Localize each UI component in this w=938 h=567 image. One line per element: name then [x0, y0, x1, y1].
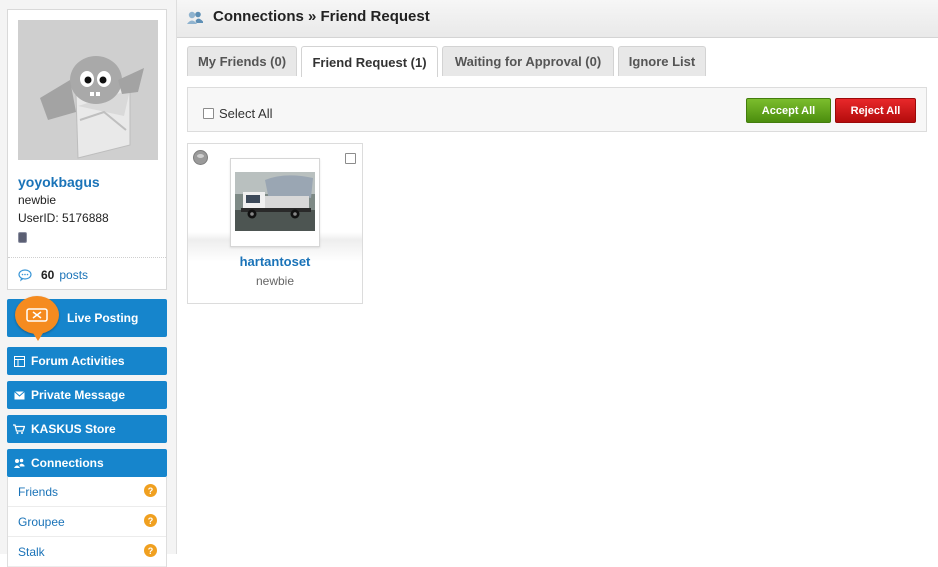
submenu-item-label: Groupee [18, 514, 65, 529]
posts-count: 60 [41, 268, 55, 282]
submenu-item-label: Stalk [18, 544, 45, 559]
reputation-icon [18, 232, 27, 243]
live-posting-button[interactable]: Live Posting [7, 296, 167, 341]
profile-username[interactable]: yoyokbagus [18, 174, 100, 190]
nav-connections[interactable]: Connections [7, 449, 167, 477]
submenu-item-label: Friends [18, 484, 59, 499]
live-posting-label: Live Posting [67, 311, 139, 325]
profile-card: yoyokbagus newbie UserID: 5176888 60 pos… [7, 9, 167, 290]
select-all-checkbox[interactable] [203, 108, 214, 119]
nav-kaskus-store[interactable]: KASKUS Store [7, 415, 167, 443]
submenu-item-groupee[interactable]: Groupee ? [8, 507, 166, 537]
nav-forum-activities[interactable]: Forum Activities [7, 347, 167, 375]
posts-label[interactable]: posts [59, 268, 88, 282]
select-all-label: Select All [219, 106, 273, 121]
nav-forum-activities-label: Forum Activities [31, 354, 125, 368]
friend-rank: newbie [255, 274, 295, 288]
nav-kaskus-store-label: KASKUS Store [31, 422, 116, 436]
profile-rank: newbie [18, 193, 57, 207]
tab-label: Ignore List [628, 54, 696, 69]
nav-connections-label: Connections [31, 456, 104, 470]
friend-avatar[interactable] [230, 158, 320, 247]
online-status-icon [193, 150, 208, 165]
tab-ignore-list[interactable]: Ignore List [618, 46, 706, 76]
help-icon[interactable]: ? [144, 544, 157, 557]
tab-friend-request[interactable]: Friend Request (1) [301, 46, 438, 77]
page-title: Connections » Friend Request [213, 8, 430, 25]
help-icon[interactable]: ? [144, 514, 157, 527]
request-toolbar: Select All Accept All Reject All [187, 87, 927, 132]
submenu-item-friends[interactable]: Friends ? [8, 477, 166, 507]
live-posting-icon [15, 296, 59, 341]
accept-all-button[interactable]: Accept All [746, 98, 831, 123]
nav-private-message-label: Private Message [31, 388, 126, 402]
page-header: Connections » Friend Request [177, 0, 938, 38]
divider [8, 257, 166, 258]
connections-icon [187, 11, 203, 24]
tab-label: My Friends (0) [197, 54, 287, 69]
tab-label: Friend Request (1) [312, 54, 427, 70]
request-checkbox[interactable] [345, 153, 356, 164]
connections-icon [13, 457, 25, 469]
profile-userid: UserID: 5176888 [18, 211, 109, 225]
friend-name[interactable]: hartantoset [188, 254, 362, 269]
avatar[interactable] [18, 20, 158, 160]
tab-my-friends[interactable]: My Friends (0) [187, 46, 297, 76]
select-all[interactable]: Select All [203, 106, 272, 121]
nav-private-message[interactable]: Private Message [7, 381, 167, 409]
forum-icon [13, 355, 25, 367]
tab-label: Waiting for Approval (0) [454, 54, 602, 69]
reject-all-button[interactable]: Reject All [835, 98, 916, 123]
speech-bubble-icon [18, 268, 32, 281]
tab-waiting-for-approval[interactable]: Waiting for Approval (0) [442, 46, 614, 76]
truck-photo-icon [235, 172, 315, 231]
sidebar: yoyokbagus newbie UserID: 5176888 60 pos… [0, 0, 177, 567]
posts-row[interactable]: 60 posts [18, 266, 88, 284]
envelope-icon [13, 389, 25, 401]
default-avatar-icon [18, 20, 158, 160]
help-icon[interactable]: ? [144, 484, 157, 497]
friend-request-card: hartantoset newbie [187, 143, 363, 304]
cart-icon [13, 423, 25, 435]
submenu-item-stalk[interactable]: Stalk ? [8, 537, 166, 567]
